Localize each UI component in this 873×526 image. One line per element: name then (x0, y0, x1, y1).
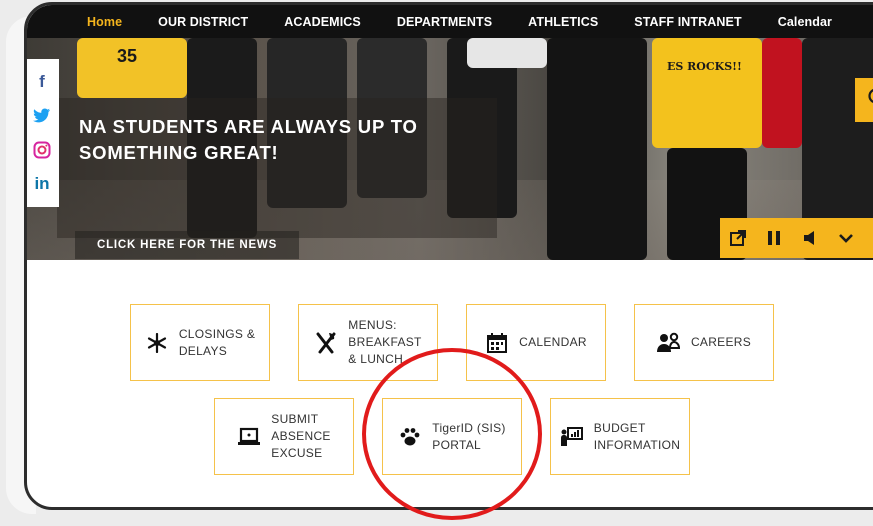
tile-label: CLOSINGS & DELAYS (178, 326, 256, 358)
social-sidebar: f in (27, 59, 59, 207)
tile-label: CAREERS (690, 335, 752, 349)
people-icon (656, 331, 681, 355)
nav-our-district[interactable]: OUR DISTRICT (158, 15, 248, 29)
news-link-button[interactable]: CLICK HERE FOR THE NEWS (75, 231, 300, 259)
slideshow-controls (720, 218, 873, 258)
laptop-icon (237, 425, 261, 449)
hero-title-line1: NA STUDENTS ARE ALWAYS UP TO (79, 116, 418, 137)
search-icon (867, 87, 873, 114)
nav-home[interactable]: Home (87, 15, 122, 29)
fork-knife-icon (314, 331, 338, 355)
tile-label: CALENDAR (519, 335, 587, 349)
jersey-number: 35 (117, 46, 138, 66)
tile-label: MENUS: BREAKFAST & LUNCH (348, 318, 422, 366)
hero-figure (762, 38, 802, 148)
menus-tile[interactable]: MENUS: BREAKFAST & LUNCH (298, 304, 438, 381)
twitter-icon[interactable] (32, 106, 52, 126)
hero-figure (467, 38, 547, 68)
tigerid-portal-tile[interactable]: TigerID (SIS) PORTAL (382, 398, 522, 475)
screenshot-stage: Home OUR DISTRICT ACADEMICS DEPARTMENTS … (0, 0, 873, 526)
tile-label: SUBMIT ABSENCE EXCUSE (271, 412, 331, 460)
hero-title-line2: SOMETHING GREAT! (79, 142, 279, 163)
snowflake-icon (145, 331, 169, 355)
nav-calendar[interactable]: Calendar (778, 15, 832, 29)
tile-label: TigerID (SIS) PORTAL (432, 420, 506, 452)
chevron-down-icon[interactable] (828, 218, 864, 258)
calendar-tile[interactable]: CALENDAR (466, 304, 606, 381)
instagram-icon[interactable] (32, 140, 52, 160)
device-frame: Home OUR DISTRICT ACADEMICS DEPARTMENTS … (24, 2, 873, 510)
budget-information-tile[interactable]: BUDGET INFORMATION (550, 398, 690, 475)
pause-icon[interactable] (756, 218, 792, 258)
calendar-icon (485, 331, 509, 355)
facebook-icon[interactable]: f (32, 72, 52, 92)
nav-academics[interactable]: ACADEMICS (284, 15, 361, 29)
careers-tile[interactable]: CAREERS (634, 304, 774, 381)
nav-athletics[interactable]: ATHLETICS (528, 15, 598, 29)
top-navigation: Home OUR DISTRICT ACADEMICS DEPARTMENTS … (27, 5, 873, 38)
hero-figure (652, 38, 762, 148)
absence-excuse-tile[interactable]: SUBMIT ABSENCE EXCUSE (214, 398, 354, 475)
linkedin-icon[interactable]: in (32, 174, 52, 194)
tile-label: BUDGET INFORMATION (593, 420, 681, 452)
shirt-text: ES ROCKS!! (667, 60, 742, 73)
volume-icon[interactable] (792, 218, 828, 258)
paw-icon (398, 425, 422, 449)
search-button[interactable] (855, 78, 873, 122)
nav-staff-intranet[interactable]: STAFF INTRANET (634, 15, 741, 29)
closings-delays-tile[interactable]: CLOSINGS & DELAYS (130, 304, 270, 381)
presentation-icon (560, 425, 584, 449)
external-link-icon[interactable] (720, 218, 756, 258)
hero-title: NA STUDENTS ARE ALWAYS UP TO SOMETHING G… (79, 114, 499, 166)
hero-figure (547, 38, 647, 260)
nav-departments[interactable]: DEPARTMENTS (397, 15, 492, 29)
